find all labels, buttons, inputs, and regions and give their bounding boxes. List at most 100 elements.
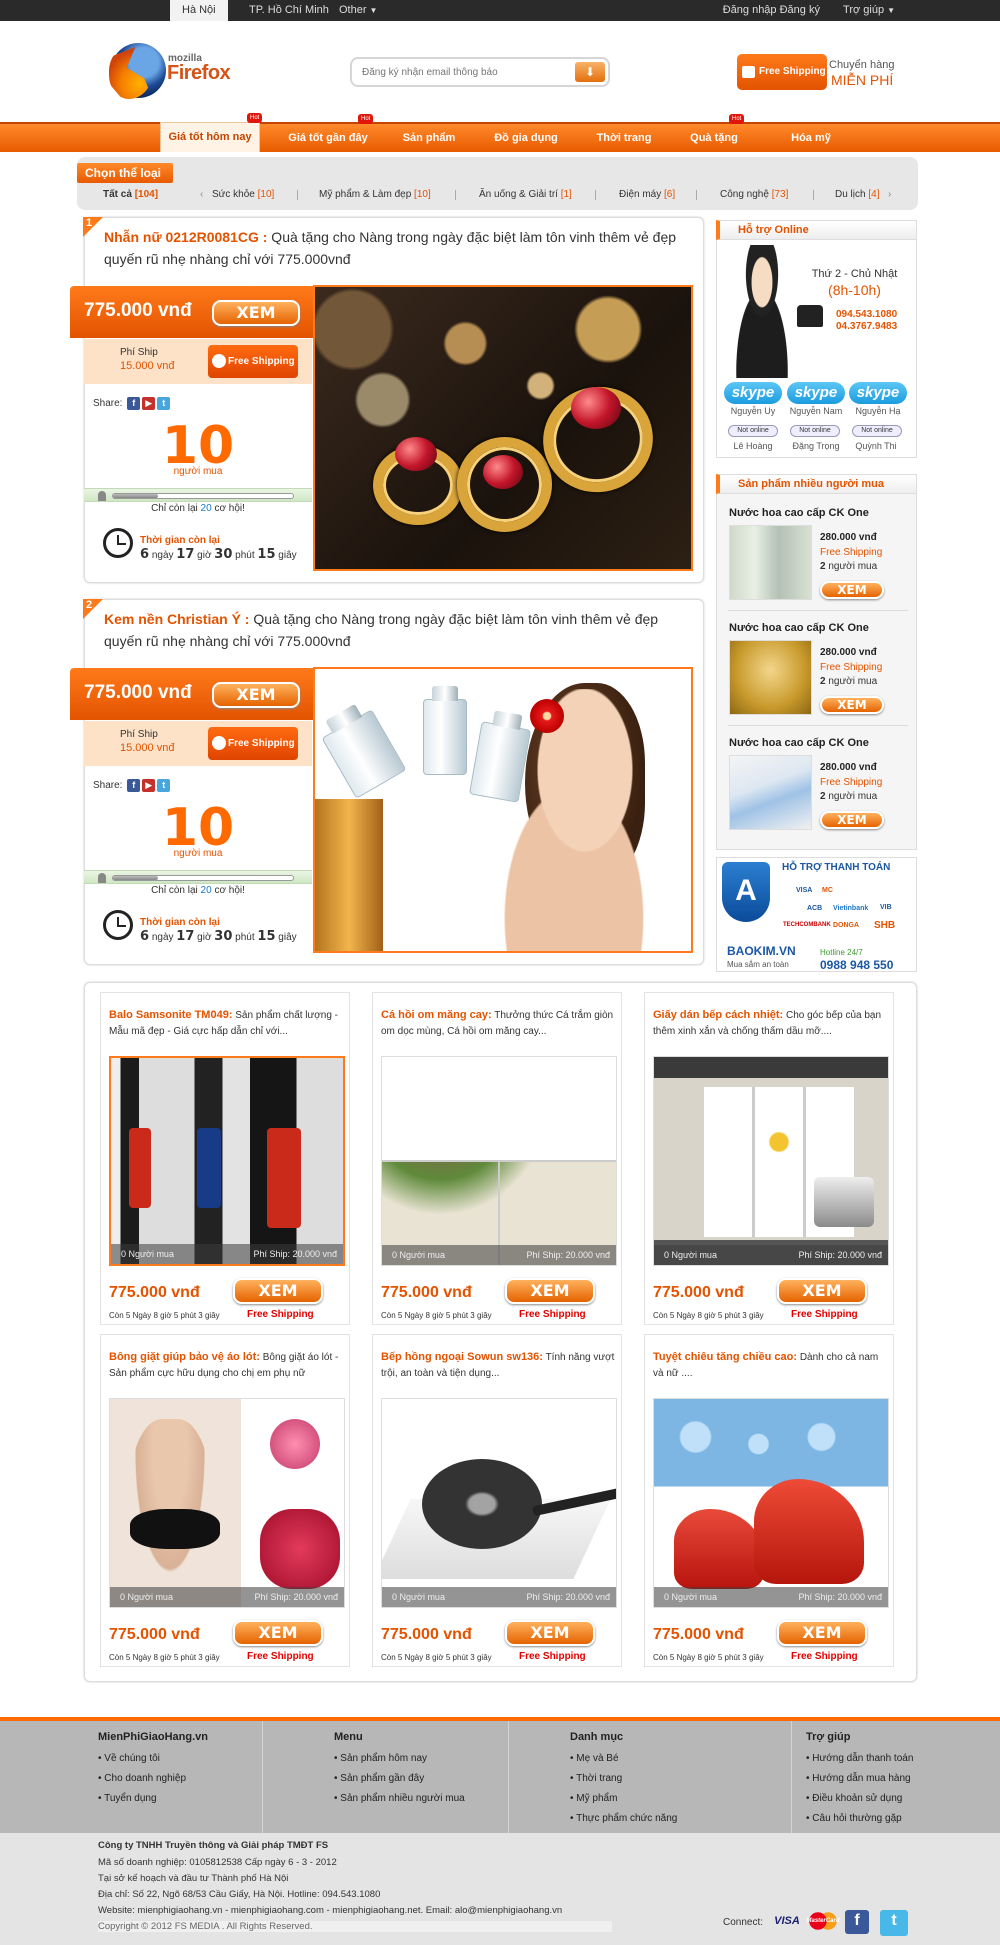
category-item[interactable]: Ăn uống & Giải trí [1] (479, 189, 572, 200)
footer-link[interactable]: Về chúng tôi (98, 1749, 208, 1769)
login-link[interactable]: Đăng nhập (723, 4, 777, 16)
product-image[interactable]: 0 Người mua Phí Ship: 20.000 vnđ (381, 1056, 617, 1266)
footer-link[interactable]: Thời trang (570, 1769, 677, 1789)
nav-item-gifts[interactable]: Quà tặng Hot (687, 114, 745, 152)
category-item[interactable]: Sức khỏe [10] (212, 189, 274, 200)
user-icon (98, 873, 106, 883)
nav-item-fashion[interactable]: Thời trang (594, 124, 654, 152)
flower (754, 1117, 804, 1167)
city-tab-hcm[interactable]: TP. Hồ Chí Minh (237, 0, 341, 21)
product-title-link[interactable]: Bông giặt giúp bảo vệ áo lót: (109, 1351, 260, 1363)
product-title-link[interactable]: Tuyệt chiêu tăng chiều cao: (653, 1351, 797, 1363)
category-prev-icon[interactable]: ‹ (200, 189, 203, 200)
view-button[interactable]: XEM (820, 696, 884, 714)
view-button[interactable]: XEM (233, 1620, 323, 1646)
youtube-icon[interactable]: ▶ (142, 397, 156, 410)
product-image[interactable]: 0 Người mua Phí Ship: 20.000 vnđ (109, 1056, 345, 1266)
facebook-icon[interactable]: f (127, 397, 141, 410)
product-title-link[interactable]: Balo Samsonite TM049: (109, 1009, 232, 1021)
skype-button[interactable]: skype (849, 382, 907, 404)
status-badge[interactable]: Not online (728, 425, 778, 437)
email-subscribe-input[interactable] (362, 64, 562, 80)
bestseller-thumbnail[interactable] (729, 755, 812, 830)
view-button[interactable]: XEM (777, 1278, 867, 1304)
top-bar: Hà Nội TP. Hồ Chí Minh Other ▼ Đăng nhập … (0, 0, 1000, 21)
nav-item-cosmetics[interactable]: Hóa mỹ phẩm (775, 124, 847, 172)
baokim-tagline: Mua sắm an toàn (727, 960, 789, 969)
product-image[interactable]: 0 Người mua Phí Ship: 20.000 vnđ (381, 1398, 617, 1608)
techcombank-logo: TECHCOMBANK (783, 922, 831, 928)
footer-link[interactable]: Mẹ và Bé (570, 1749, 677, 1769)
free-shipping-label: Free Shipping (791, 1651, 858, 1662)
bestseller-thumbnail[interactable] (729, 525, 812, 600)
city-tab-other[interactable]: Other ▼ (327, 0, 389, 21)
footer-list: Mẹ và Bé Thời trang Mỹ phẩm Thực phẩm ch… (570, 1749, 677, 1829)
footer-link[interactable]: Sản phẩm nhiều người mua (334, 1789, 464, 1809)
product-title-link[interactable]: Bếp hồng ngoại Sowun sw136: (381, 1351, 543, 1363)
product-image[interactable]: 0 Người mua Phí Ship: 20.000 vnđ (653, 1056, 889, 1266)
divider (595, 190, 596, 200)
youtube-icon[interactable]: ▶ (142, 779, 156, 792)
view-button[interactable]: XEM (212, 682, 300, 708)
footer-link[interactable]: Sản phẩm hôm nay (334, 1749, 465, 1769)
category-item[interactable]: Công nghệ [73] (720, 189, 788, 200)
view-button[interactable]: XEM (505, 1620, 595, 1646)
category-title: Chọn thể loại (77, 163, 173, 183)
footer-link[interactable]: Cho doanh nghiệp (98, 1769, 208, 1789)
category-item[interactable]: Điện máy [6] (619, 189, 675, 200)
twitter-icon[interactable]: t (880, 1910, 908, 1936)
category-item[interactable]: Du lịch [4] (835, 189, 879, 200)
twitter-icon[interactable]: t (157, 397, 171, 410)
category-item[interactable]: Mỹ phẩm & Làm đẹp [10] (319, 189, 431, 200)
product-image[interactable]: 0 Người mua Phí Ship: 20.000 vnđ (653, 1398, 889, 1608)
nav-item-recent[interactable]: Giá tốt gần đây Hot (283, 114, 374, 152)
skype-button[interactable]: skype (787, 382, 845, 404)
footer-link[interactable]: Câu hỏi thường gặp (806, 1809, 913, 1829)
nav-item-products[interactable]: Sản phẩm (398, 124, 460, 152)
view-button[interactable]: XEM (233, 1278, 323, 1304)
product-title-link[interactable]: Giấy dán bếp cách nhiệt: (653, 1009, 783, 1021)
city-tab-hanoi[interactable]: Hà Nội (170, 0, 228, 21)
skype-button[interactable]: skype (724, 382, 782, 404)
bestseller-name[interactable]: Nước hoa cao cấp CK One (729, 622, 869, 634)
product-title-link[interactable]: Cá hồi om măng cay: (381, 1009, 492, 1021)
status-badge[interactable]: Not online (852, 425, 902, 437)
logo-text[interactable]: Firefox (167, 62, 231, 85)
footer-link[interactable]: Tuyển dụng (98, 1789, 208, 1809)
view-button[interactable]: XEM (212, 300, 300, 326)
footer-link[interactable]: Sản phẩm gần đây (334, 1769, 465, 1789)
bestseller-name[interactable]: Nước hoa cao cấp CK One (729, 507, 869, 519)
register-link[interactable]: Đăng ký (780, 4, 820, 16)
nav-item-household[interactable]: Đồ gia dụng (490, 124, 562, 152)
view-button[interactable]: XEM (820, 811, 884, 829)
footer-link[interactable]: Thực phẩm chức năng (570, 1809, 677, 1829)
deal-image-rings[interactable] (313, 285, 693, 571)
view-button[interactable]: XEM (777, 1620, 867, 1646)
deal-title-link[interactable]: Kem nền Christian Ý : (104, 611, 249, 627)
view-button[interactable]: XEM (505, 1278, 595, 1304)
bestseller-thumbnail[interactable] (729, 640, 812, 715)
product-image[interactable]: 0 Người mua Phí Ship: 20.000 vnđ (109, 1398, 345, 1608)
deal-price: 775.000 vnđ (84, 682, 192, 703)
footer-link[interactable]: Mỹ phẩm (570, 1789, 677, 1809)
free-shipping-label: Free Shipping (519, 1651, 586, 1662)
facebook-icon[interactable]: f (127, 779, 141, 792)
status-badge[interactable]: Not online (790, 425, 840, 437)
footer-link[interactable]: Hướng dẫn thanh toán (806, 1749, 913, 1769)
footer-link[interactable]: Điều khoản sử dụng (806, 1789, 913, 1809)
footer-link[interactable]: Hướng dẫn mua hàng (806, 1769, 913, 1789)
category-all[interactable]: Tất cả [104] (103, 189, 158, 200)
deal-title-link[interactable]: Nhẫn nữ 0212R0081CG : (104, 229, 267, 245)
bestseller-name[interactable]: Nước hoa cao cấp CK One (729, 737, 869, 749)
flower (530, 699, 564, 733)
deal-image-cosmetics[interactable] (313, 667, 693, 953)
baokim-brand: BAOKIM.VN (727, 944, 796, 958)
help-link[interactable]: Trợ giúp ▼ (823, 4, 895, 16)
nav-item-today[interactable]: Giá tốt hôm nay Hot (160, 113, 263, 152)
twitter-icon[interactable]: t (157, 779, 171, 792)
divider (728, 725, 908, 726)
category-next-icon[interactable]: › (888, 189, 891, 200)
facebook-icon[interactable]: f (845, 1910, 869, 1934)
subscribe-button[interactable]: ⬇ (575, 62, 605, 82)
view-button[interactable]: XEM (820, 581, 884, 599)
